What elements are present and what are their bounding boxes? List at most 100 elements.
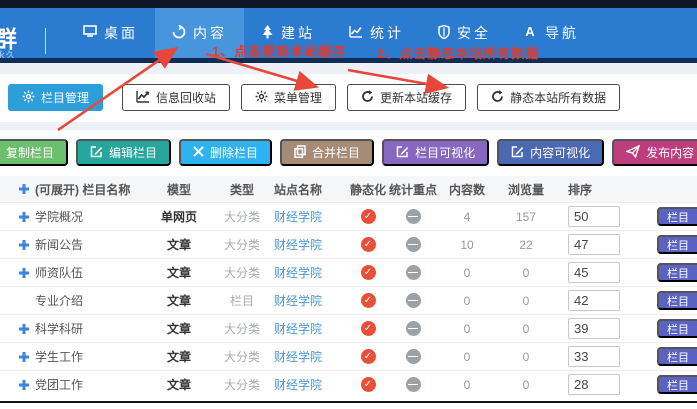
expand-row-plus-icon[interactable] bbox=[18, 239, 30, 251]
row-action-label: 栏目 bbox=[667, 377, 689, 393]
static-on-icon[interactable]: ✓ bbox=[361, 349, 376, 364]
cell-model: 文章 bbox=[148, 236, 210, 253]
header-column-name: (可展开) 栏目名称 bbox=[35, 181, 130, 198]
cell-static: ✓ bbox=[348, 237, 388, 252]
cell-order bbox=[556, 318, 652, 339]
order-input[interactable] bbox=[568, 374, 620, 395]
toolbar-button[interactable]: 静态本站所有数据 bbox=[477, 84, 620, 111]
cell-order bbox=[556, 206, 652, 227]
order-input[interactable] bbox=[568, 318, 620, 339]
row-column-action-button[interactable]: 栏目 bbox=[657, 263, 697, 282]
static-on-icon[interactable]: ✓ bbox=[361, 293, 376, 308]
action-button-icon bbox=[511, 145, 524, 161]
menu-item-icon bbox=[172, 25, 186, 42]
toolbar-button[interactable]: 栏目管理 bbox=[8, 84, 103, 111]
header-content-count: 内容数 bbox=[438, 181, 496, 198]
cms-admin-screen: 群 永久 桌面 内容 建站 bbox=[0, 0, 697, 409]
stat-focus-off-icon[interactable]: — bbox=[406, 349, 421, 364]
cell-model: 文章 bbox=[148, 348, 210, 365]
cell-stat-focus: — bbox=[388, 265, 438, 280]
action-button-label: 编辑栏目 bbox=[109, 144, 157, 161]
order-input[interactable] bbox=[568, 234, 620, 255]
action-button[interactable]: 编辑栏目 bbox=[76, 139, 171, 166]
stat-focus-off-icon[interactable]: — bbox=[406, 377, 421, 392]
expand-all-plus-icon[interactable] bbox=[18, 183, 30, 195]
column-action-bar: 复制栏目 编辑栏目 删除栏目 合并栏目 栏目可视化 bbox=[0, 139, 697, 166]
column-name-label[interactable]: 学生工作 bbox=[35, 348, 83, 365]
cell-static: ✓ bbox=[348, 349, 388, 364]
cell-content-count: 0 bbox=[438, 266, 496, 280]
cell-site-link[interactable]: 财经学院 bbox=[274, 348, 348, 365]
menu-item-label: 内容 bbox=[193, 23, 227, 43]
order-input[interactable] bbox=[568, 262, 620, 283]
order-input[interactable] bbox=[568, 346, 620, 367]
action-button[interactable]: 内容可视化 bbox=[497, 139, 604, 166]
static-on-icon[interactable]: ✓ bbox=[361, 377, 376, 392]
cell-column-name: 科学科研 bbox=[18, 320, 148, 337]
order-input[interactable] bbox=[568, 206, 620, 227]
action-button[interactable]: 合并栏目 bbox=[280, 139, 374, 166]
row-column-action-button[interactable]: 栏目 bbox=[657, 375, 697, 394]
stat-focus-off-icon[interactable]: — bbox=[406, 237, 421, 252]
static-on-icon[interactable]: ✓ bbox=[361, 321, 376, 336]
cell-type: 大分类 bbox=[210, 348, 274, 365]
column-name-label[interactable]: 党团工作 bbox=[35, 376, 83, 393]
cell-model: 文章 bbox=[148, 264, 210, 281]
cell-stat-focus: — bbox=[388, 209, 438, 224]
cell-site-link[interactable]: 财经学院 bbox=[274, 376, 348, 393]
cell-static: ✓ bbox=[348, 377, 388, 392]
cell-site-link[interactable]: 财经学院 bbox=[274, 292, 348, 309]
expand-row-plus-icon[interactable] bbox=[18, 351, 30, 363]
row-column-action-button[interactable]: 栏目 bbox=[657, 235, 697, 254]
stat-focus-off-icon[interactable]: — bbox=[406, 265, 421, 280]
cell-static: ✓ bbox=[348, 265, 388, 280]
action-button[interactable]: 栏目可视化 bbox=[382, 139, 489, 166]
cell-views: 0 bbox=[496, 350, 556, 364]
static-on-icon[interactable]: ✓ bbox=[361, 209, 376, 224]
action-button-icon bbox=[626, 145, 640, 161]
row-column-action-button[interactable]: 栏目 bbox=[657, 291, 697, 310]
cell-site-link[interactable]: 财经学院 bbox=[274, 208, 348, 225]
expand-row-plus-icon[interactable] bbox=[18, 323, 30, 335]
expand-row-plus-icon[interactable] bbox=[18, 379, 30, 391]
action-button[interactable]: 删除栏目 bbox=[179, 139, 272, 166]
toolbar-button-icon bbox=[136, 90, 150, 106]
stat-focus-off-icon[interactable]: — bbox=[406, 321, 421, 336]
toolbar-button[interactable]: 菜单管理 bbox=[241, 84, 336, 111]
cell-type: 大分类 bbox=[210, 376, 274, 393]
cell-order bbox=[556, 290, 652, 311]
column-name-label[interactable]: 师资队伍 bbox=[35, 264, 83, 281]
cell-site-link[interactable]: 财经学院 bbox=[274, 264, 348, 281]
action-button-icon bbox=[90, 145, 103, 161]
column-name-label[interactable]: 新闻公告 bbox=[35, 236, 83, 253]
toolbar-button[interactable]: 信息回收站 bbox=[122, 84, 230, 111]
action-button[interactable]: 发布内容 bbox=[612, 139, 697, 166]
column-name-label[interactable]: 学院概况 bbox=[35, 208, 83, 225]
cell-model: 单网页 bbox=[148, 208, 210, 225]
menu-item[interactable]: 桌面 bbox=[66, 8, 155, 58]
cell-column-name: 新闻公告 bbox=[18, 236, 148, 253]
cell-site-link[interactable]: 财经学院 bbox=[274, 236, 348, 253]
static-on-icon[interactable]: ✓ bbox=[361, 237, 376, 252]
expand-row-plus-icon[interactable] bbox=[18, 267, 30, 279]
stat-focus-off-icon[interactable]: — bbox=[406, 209, 421, 224]
cell-site-link[interactable]: 财经学院 bbox=[274, 320, 348, 337]
order-input[interactable] bbox=[568, 290, 620, 311]
column-name-label[interactable]: 科学科研 bbox=[35, 320, 83, 337]
row-column-action-button[interactable]: 栏目 bbox=[657, 319, 697, 338]
stat-focus-off-icon[interactable]: — bbox=[406, 293, 421, 308]
expand-row-plus-icon[interactable] bbox=[18, 211, 30, 223]
toolbar-button[interactable]: 更新本站缓存 bbox=[347, 84, 466, 111]
column-name-label[interactable]: 专业介绍 bbox=[35, 292, 83, 309]
row-column-action-button[interactable]: 栏目 bbox=[657, 347, 697, 366]
cell-column-name: 学院概况 bbox=[18, 208, 148, 225]
menu-item-label: 安全 bbox=[457, 23, 491, 43]
table-row: 科学科研 文章 大分类 财经学院 ✓ — 0 0 bbox=[0, 314, 697, 342]
menu-item-icon bbox=[83, 25, 97, 41]
action-button[interactable]: 复制栏目 bbox=[0, 139, 68, 166]
toolbar-button-icon bbox=[22, 90, 35, 106]
cell-content-count: 0 bbox=[438, 378, 496, 392]
row-column-action-button[interactable]: 栏目 bbox=[657, 207, 697, 226]
cell-model: 文章 bbox=[148, 376, 210, 393]
static-on-icon[interactable]: ✓ bbox=[361, 265, 376, 280]
